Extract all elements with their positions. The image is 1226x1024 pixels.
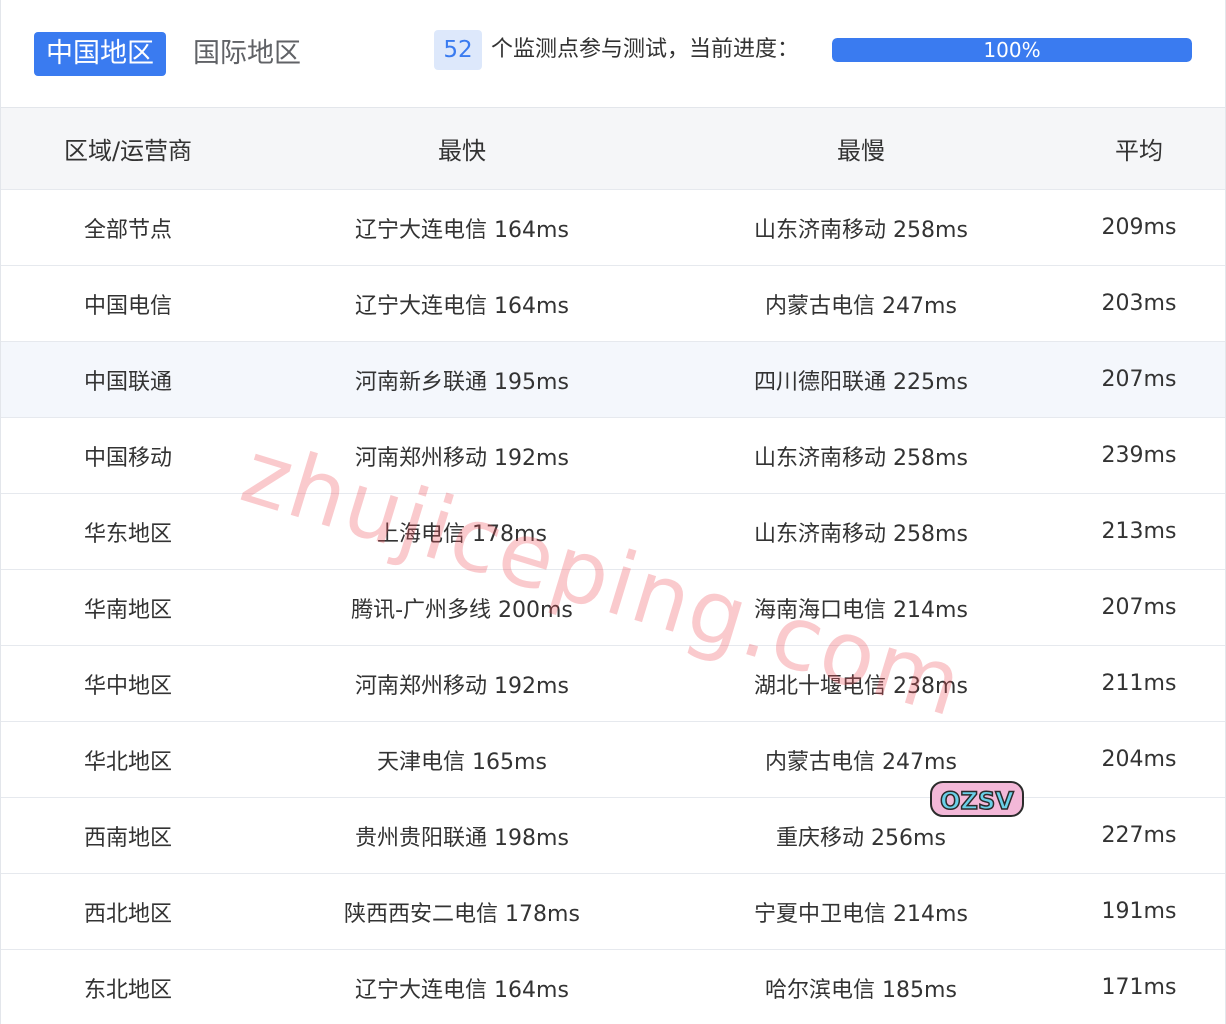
cell-slowest: 山东济南移动 258ms: [669, 417, 1053, 494]
cell-region: 中国联通: [1, 341, 255, 418]
cell-fastest: 辽宁大连电信 164ms: [255, 189, 669, 266]
cell-slowest: 宁夏中卫电信 214ms: [669, 873, 1053, 950]
cell-slowest: 山东济南移动 258ms: [669, 189, 1053, 266]
cell-region: 西北地区: [1, 873, 255, 950]
table-row: 东北地区 辽宁大连电信 164ms 哈尔滨电信 185ms 171ms: [1, 949, 1225, 1024]
table-row: 华中地区 河南郑州移动 192ms 湖北十堰电信 238ms 211ms: [1, 645, 1225, 722]
progress-percent-text: 100%: [983, 38, 1041, 62]
cell-region: 东北地区: [1, 949, 255, 1024]
cell-fastest: 腾讯-广州多线 200ms: [255, 569, 669, 646]
cell-fastest: 河南郑州移动 192ms: [255, 645, 669, 722]
cell-average: 204ms: [1053, 721, 1225, 798]
table-row: 华南地区 腾讯-广州多线 200ms 海南海口电信 214ms 207ms: [1, 569, 1225, 646]
table-row: 华东地区 上海电信 178ms 山东济南移动 258ms 213ms: [1, 493, 1225, 570]
cell-region: 西南地区: [1, 797, 255, 874]
cell-region: 华东地区: [1, 493, 255, 570]
cell-slowest: 湖北十堰电信 238ms: [669, 645, 1053, 722]
column-header-average: 平均: [1053, 108, 1225, 190]
cell-region: 中国电信: [1, 265, 255, 342]
table-row: 西北地区 陕西西安二电信 178ms 宁夏中卫电信 214ms 191ms: [1, 873, 1225, 950]
speed-test-panel: 中国地区 国际地区 52 个监测点参与测试，当前进度： 100% 区域/运营商 …: [0, 0, 1226, 1024]
cell-slowest: 内蒙古电信 247ms: [669, 265, 1053, 342]
progress-label: 个监测点参与测试，当前进度：: [491, 37, 800, 62]
cell-region: 中国移动: [1, 417, 255, 494]
table-row: 全部节点 辽宁大连电信 164ms 山东济南移动 258ms 209ms: [1, 189, 1225, 266]
cell-slowest: 山东济南移动 258ms: [669, 493, 1053, 570]
monitor-count-badge: 52: [434, 30, 482, 70]
column-header-slowest: 最慢: [669, 108, 1053, 190]
cell-average: 213ms: [1053, 493, 1225, 570]
table-row: 华北地区 天津电信 165ms 内蒙古电信 247ms 204ms: [1, 721, 1225, 798]
cell-slowest: 内蒙古电信 247ms: [669, 721, 1053, 798]
cell-slowest: 重庆移动 256ms: [669, 797, 1053, 874]
cell-region: 全部节点: [1, 189, 255, 266]
cell-region: 华中地区: [1, 645, 255, 722]
cell-average: 227ms: [1053, 797, 1225, 874]
cell-average: 171ms: [1053, 949, 1225, 1024]
cell-average: 207ms: [1053, 569, 1225, 646]
cell-slowest: 哈尔滨电信 185ms: [669, 949, 1053, 1024]
cell-fastest: 天津电信 165ms: [255, 721, 669, 798]
cell-average: 211ms: [1053, 645, 1225, 722]
tab-china-region[interactable]: 中国地区: [34, 32, 166, 76]
cell-slowest: 四川德阳联通 225ms: [669, 341, 1053, 418]
latency-results-table: 区域/运营商 最快 最慢 平均 全部节点 辽宁大连电信 164ms 山东济南移动 2…: [1, 108, 1225, 1024]
cell-fastest: 陕西西安二电信 178ms: [255, 873, 669, 950]
cell-region: 华北地区: [1, 721, 255, 798]
table-header-row: 区域/运营商 最快 最慢 平均: [1, 108, 1225, 190]
cell-fastest: 河南新乡联通 195ms: [255, 341, 669, 418]
region-tab-bar: 中国地区 国际地区 52 个监测点参与测试，当前进度： 100%: [1, 0, 1225, 108]
cell-fastest: 上海电信 178ms: [255, 493, 669, 570]
tab-international-region[interactable]: 国际地区: [183, 32, 311, 76]
cell-slowest: 海南海口电信 214ms: [669, 569, 1053, 646]
cell-average: 203ms: [1053, 265, 1225, 342]
progress-bar: 100%: [832, 38, 1192, 62]
column-header-region: 区域/运营商: [1, 108, 255, 190]
cell-fastest: 河南郑州移动 192ms: [255, 417, 669, 494]
cell-fastest: 贵州贵阳联通 198ms: [255, 797, 669, 874]
cell-average: 209ms: [1053, 189, 1225, 266]
cell-region: 华南地区: [1, 569, 255, 646]
table-row: 西南地区 贵州贵阳联通 198ms 重庆移动 256ms 227ms: [1, 797, 1225, 874]
cell-fastest: 辽宁大连电信 164ms: [255, 265, 669, 342]
column-header-fastest: 最快: [255, 108, 669, 190]
cell-average: 191ms: [1053, 873, 1225, 950]
table-row: 中国移动 河南郑州移动 192ms 山东济南移动 258ms 239ms: [1, 417, 1225, 494]
table-row: 中国电信 辽宁大连电信 164ms 内蒙古电信 247ms 203ms: [1, 265, 1225, 342]
table-row: 中国联通 河南新乡联通 195ms 四川德阳联通 225ms 207ms: [1, 341, 1225, 418]
cell-average: 207ms: [1053, 341, 1225, 418]
cell-average: 239ms: [1053, 417, 1225, 494]
cell-fastest: 辽宁大连电信 164ms: [255, 949, 669, 1024]
